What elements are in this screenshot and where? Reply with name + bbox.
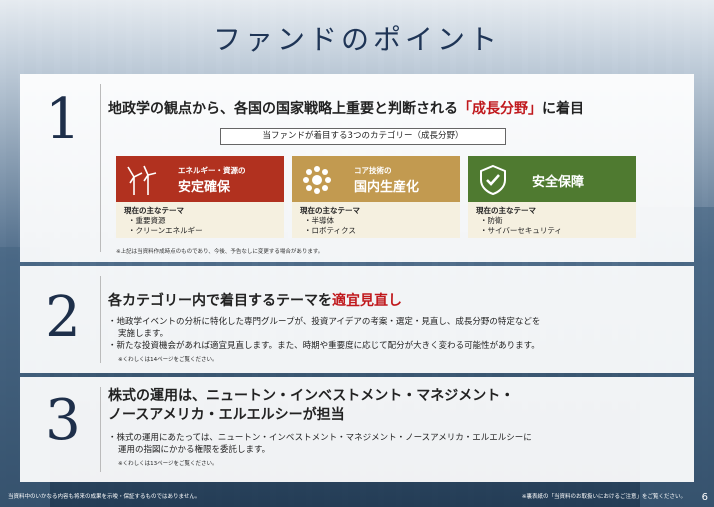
page-reference: ※くわしくは13ページをご覧ください。 [118,461,218,467]
disclaimer-note: ※上記は当資料作成時点のものであり、今後、予告なしに変更する場合があります。 [116,249,324,255]
page-number: 6 [701,492,708,503]
point-2-section: 2 各カテゴリー内で着目するテーマを適宜見直し ・地政学イベントの分析に特化した… [20,266,694,373]
category-card-core-tech: コア技術の 国内生産化 現在の主なテーマ ・半導体 ・ロボティクス [292,156,460,238]
category-card-energy: エネルギー・資源の 安定確保 現在の主なテーマ ・重要資源 ・クリーンエネルギー [116,156,284,238]
heading-accent: 「成長分野」 [458,101,542,117]
page-title: ファンドのポイント [212,23,501,56]
point-3-section: 3 株式の運用は、ニュートン・インベストメント・マネジメント・ ノースアメリカ・… [20,377,694,482]
footer-note: ※裏表紙の「当資料のお取扱いにおけるご注意」をご覧ください。 [521,494,686,500]
page-reference: ※くわしくは14ページをご覧ください。 [118,357,218,363]
point-number: 2 [45,285,81,350]
shield-icon [480,164,506,196]
point-heading: 株式の運用は、ニュートン・インベストメント・マネジメント・ ノースアメリカ・エル… [108,388,515,423]
category-card-security: 安全保障 現在の主なテーマ ・防衛 ・サイバーセキュリティ [468,156,636,238]
category-title: 当ファンドが着目する3つのカテゴリー（成長分野） [220,128,506,145]
point-number: 3 [45,388,81,453]
wind-turbine-icon [127,165,157,195]
chip-icon [303,166,331,194]
footer-disclaimer: 当資料中のいかなる内容も将来の成果を示唆・保証するものではありません。 [8,494,201,500]
point-number: 1 [45,87,81,152]
heading-accent: 適宜見直し [332,293,402,309]
point-bullets: ・株式の運用にあたっては、ニュートン・インベストメント・マネジメント・ノースアメ… [108,432,678,470]
point-1-section: 1 地政学の観点から、各国の国家戦略上重要と判断される「成長分野」に着目 当ファ… [20,74,694,262]
divider [100,276,101,363]
divider [100,84,101,252]
divider [100,387,101,472]
point-bullets: ・地政学イベントの分析に特化した専門グループが、投資アイデアの考案・選定・見直し… [108,316,678,366]
point-heading: 地政学の観点から、各国の国家戦略上重要と判断される「成長分野」に着目 [108,101,584,117]
point-heading: 各カテゴリー内で着目するテーマを適宜見直し [108,293,402,309]
